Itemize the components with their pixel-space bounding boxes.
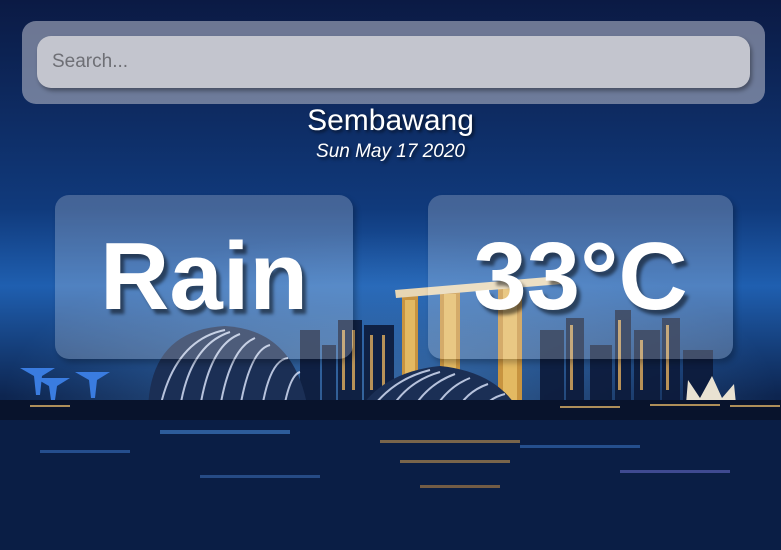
weather-condition: Rain [99, 223, 309, 330]
current-date: Sun May 17 2020 [316, 141, 465, 162]
temperature-card: 33°C [428, 195, 733, 359]
weather-app: Sembawang Sun May 17 2020 Rain 33°C [0, 0, 781, 550]
search-input[interactable] [37, 36, 750, 88]
temperature-value: 33°C [473, 223, 688, 330]
weather-condition-card: Rain [55, 195, 353, 359]
location-name: Sembawang [307, 104, 474, 137]
